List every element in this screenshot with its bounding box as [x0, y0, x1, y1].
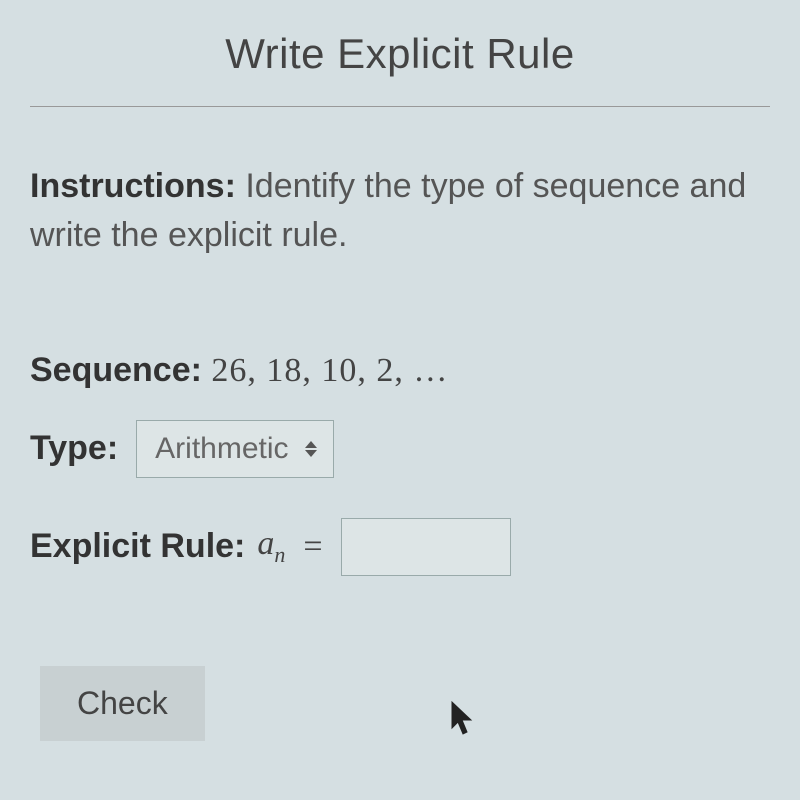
equals-sign: =	[303, 528, 322, 566]
type-row: Type: Arithmetic	[30, 420, 770, 478]
instructions-text: Instructions: Identify the type of seque…	[30, 162, 770, 261]
type-label: Type:	[30, 429, 118, 468]
cursor-icon	[450, 700, 476, 736]
divider	[30, 106, 770, 107]
explicit-rule-input[interactable]	[341, 518, 511, 576]
select-stepper-icon	[305, 441, 317, 457]
page-title: Write Explicit Rule	[30, 30, 770, 78]
explicit-rule-label: Explicit Rule:	[30, 527, 245, 566]
instructions-label: Instructions:	[30, 167, 236, 205]
formula-variable: an	[257, 525, 285, 568]
explicit-rule-row: Explicit Rule: an =	[30, 518, 770, 576]
sequence-label: Sequence:	[30, 351, 202, 389]
sequence-row: Sequence: 26, 18, 10, 2, …	[30, 351, 770, 390]
sequence-value: 26, 18, 10, 2, …	[211, 352, 448, 389]
type-selected-value: Arithmetic	[155, 432, 288, 466]
type-select[interactable]: Arithmetic	[136, 420, 333, 478]
check-button[interactable]: Check	[40, 666, 205, 741]
